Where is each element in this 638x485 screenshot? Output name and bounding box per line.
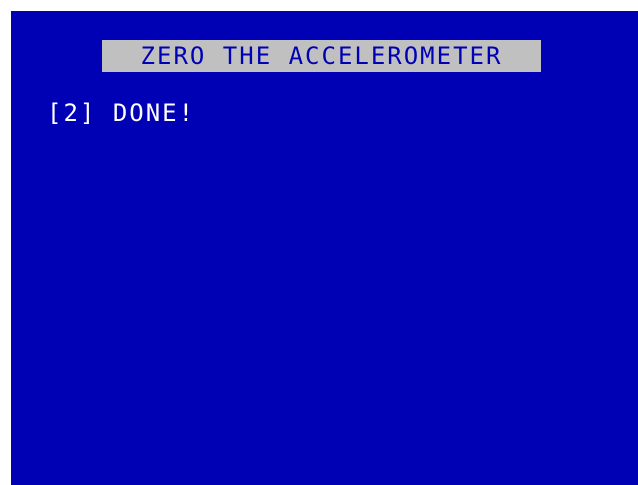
page-title: ZERO THE ACCELEROMETER	[140, 42, 503, 70]
osd-screen: ZERO THE ACCELEROMETER [2] DONE!	[11, 11, 638, 485]
option-status-text: DONE!	[112, 99, 196, 127]
menu-option-status: [2] DONE!	[47, 101, 195, 125]
option-key-label: [2]	[47, 99, 97, 127]
title-bar: ZERO THE ACCELEROMETER	[102, 40, 541, 72]
